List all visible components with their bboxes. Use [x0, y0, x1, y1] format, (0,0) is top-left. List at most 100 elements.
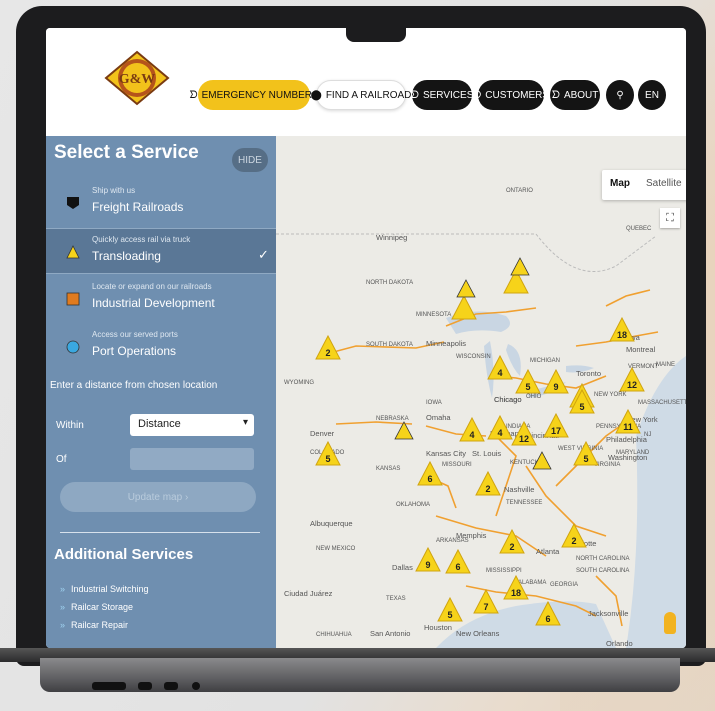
- tab-satellite[interactable]: Satellite: [638, 170, 686, 200]
- within-label: Within: [56, 420, 84, 431]
- double-chevron-icon: »: [60, 584, 66, 594]
- find-a-railroad-button[interactable]: ⬤ FIND A RAILROAD: [311, 80, 411, 110]
- distance-select[interactable]: Distance ▾: [130, 414, 254, 436]
- service-subtitle: Ship with us: [92, 186, 136, 195]
- marker-count: 9: [425, 560, 430, 570]
- emergency-numbers-label: EMERGENCY NUMBERS: [201, 89, 319, 101]
- site-header: G&W ᗤ EMERGENCY NUMBERS ⬤ FIND A RAILROA…: [46, 28, 686, 136]
- transload-marker[interactable]: 2: [315, 334, 341, 360]
- transload-marker[interactable]: [451, 294, 477, 320]
- map-place-label: NORTH DAKOTA: [366, 280, 413, 286]
- gw-logo[interactable]: G&W: [104, 50, 170, 106]
- map-place-label: San Antonio: [370, 629, 410, 638]
- map-canvas[interactable]: ONTARIO QUEBEC Winnipeg NORTH DAKOTA MINNESO…: [276, 136, 686, 648]
- marker-count: 12: [627, 380, 637, 390]
- update-map-label: Update map: [127, 491, 183, 503]
- map-place-label: Atlanta: [536, 547, 560, 556]
- transload-marker[interactable]: [510, 257, 530, 276]
- map-pin-icon: [67, 197, 79, 209]
- map-place-label: MAINE: [656, 362, 675, 368]
- marker-count: 6: [427, 474, 432, 484]
- transload-marker[interactable]: 5: [437, 596, 463, 622]
- about-button[interactable]: ᗤ ABOUT: [550, 80, 600, 110]
- transload-marker[interactable]: 17: [543, 412, 569, 438]
- additional-item-railcar-repair[interactable]: » Railcar Repair: [60, 620, 128, 630]
- transload-marker[interactable]: 6: [417, 460, 443, 486]
- map-view[interactable]: ONTARIO QUEBEC Winnipeg NORTH DAKOTA MINNESO…: [276, 136, 686, 648]
- marker-count: 4: [469, 430, 474, 440]
- additional-services-title: Additional Services: [54, 546, 194, 563]
- port-left: [92, 682, 126, 690]
- map-place-label: IOWA: [426, 400, 442, 406]
- map-place-label: Orlando: [606, 639, 633, 648]
- update-map-button[interactable]: Update map ›: [60, 482, 256, 512]
- transload-marker[interactable]: 18: [609, 316, 635, 342]
- additional-item-railcar-storage[interactable]: » Railcar Storage: [60, 602, 133, 612]
- transload-marker[interactable]: 7: [473, 588, 499, 614]
- map-place-label: Denver: [310, 429, 335, 438]
- services-button[interactable]: ᗤ SERVICES: [411, 80, 474, 110]
- map-place-label: Winnipeg: [376, 233, 407, 242]
- chevron-logo-icon: ᗤ: [189, 89, 198, 101]
- service-port-operations[interactable]: Access our served ports Port Operations: [46, 324, 276, 370]
- street-view-pegman-icon[interactable]: [664, 612, 676, 634]
- transload-marker[interactable]: 4: [459, 416, 485, 442]
- double-chevron-icon: »: [60, 602, 66, 612]
- map-place-label: NJ: [644, 432, 651, 438]
- marker-count: 5: [525, 382, 530, 392]
- fullscreen-icon: ⛶: [666, 211, 674, 224]
- service-subtitle: Access our served ports: [92, 330, 178, 339]
- map-place-label: Albuquerque: [310, 519, 353, 528]
- chevron-right-icon: ›: [182, 491, 189, 503]
- additional-item-label: Railcar Storage: [71, 602, 134, 612]
- marker-count: 18: [511, 588, 521, 598]
- port-usb: [164, 682, 178, 690]
- marker-count: 4: [497, 428, 502, 438]
- fullscreen-button[interactable]: ⛶: [660, 208, 680, 228]
- additional-item-label: Industrial Switching: [71, 584, 149, 594]
- map-place-label: ALABAMA: [518, 580, 546, 586]
- search-icon: ⚲: [616, 89, 624, 101]
- chevron-logo-icon: ᗤ: [551, 89, 560, 101]
- additional-item-industrial-switching[interactable]: » Industrial Switching: [60, 584, 149, 594]
- customers-button[interactable]: ᗤ CUSTOMERS: [473, 80, 549, 110]
- transload-marker[interactable]: 9: [415, 546, 441, 572]
- map-place-label: NEBRASKA: [376, 416, 409, 422]
- service-label: Port Operations: [92, 344, 177, 358]
- transload-marker[interactable]: 2: [475, 470, 501, 496]
- map-place-label: OHIO: [526, 394, 542, 400]
- logo-text: G&W: [119, 72, 156, 87]
- service-freight-railroads[interactable]: Ship with us Freight Railroads: [46, 180, 276, 226]
- service-transloading[interactable]: Quickly access rail via truck Transloadi…: [46, 228, 276, 274]
- transload-marker[interactable]: 6: [445, 548, 471, 574]
- map-place-label: MINNESOTA: [416, 312, 451, 318]
- transload-marker[interactable]: 12: [619, 366, 645, 392]
- services-label: SERVICES: [422, 89, 474, 101]
- map-place-label: ONTARIO: [506, 188, 533, 194]
- map-place-label: Toronto: [576, 369, 601, 378]
- port-audio: [192, 682, 200, 690]
- map-place-label: KANSAS: [376, 466, 400, 472]
- transload-marker[interactable]: 9: [543, 368, 569, 394]
- marker-count: 4: [497, 368, 502, 378]
- map-place-label: SOUTH DAKOTA: [366, 342, 413, 348]
- map-place-label: OKLAHOMA: [396, 502, 430, 508]
- location-input[interactable]: [130, 448, 254, 470]
- marker-count: 7: [483, 602, 488, 612]
- port-usb: [138, 682, 152, 690]
- map-type-tabs: Map Satellite: [602, 170, 686, 200]
- marker-count: 2: [485, 484, 490, 494]
- laptop-base: [40, 658, 680, 692]
- marker-count: 5: [447, 610, 452, 620]
- emergency-numbers-button[interactable]: ᗤ EMERGENCY NUMBERS: [189, 80, 319, 110]
- transload-marker[interactable]: [456, 279, 476, 298]
- tab-map[interactable]: Map: [602, 170, 638, 200]
- service-label: Industrial Development: [92, 296, 215, 310]
- map-place-label: Kansas City: [426, 449, 466, 458]
- search-button[interactable]: ⚲: [606, 80, 634, 110]
- distance-prompt: Enter a distance from chosen location: [50, 380, 218, 391]
- map-place-label: MISSISSIPPI: [486, 568, 522, 574]
- service-industrial-development[interactable]: Locate or expand on our railroads Indust…: [46, 276, 276, 322]
- language-button[interactable]: EN: [638, 80, 666, 110]
- hide-button[interactable]: HIDE: [232, 148, 268, 172]
